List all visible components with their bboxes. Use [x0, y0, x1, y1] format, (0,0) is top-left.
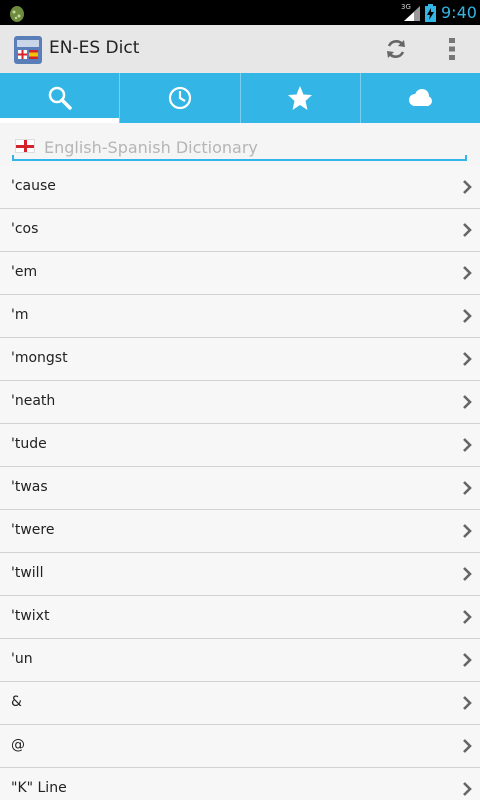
status-clock: 9:40: [441, 3, 477, 22]
chevron-right-icon: [463, 223, 472, 237]
word-label: &: [11, 694, 22, 710]
word-label: 'cos: [11, 221, 39, 237]
chevron-right-icon: [463, 610, 472, 624]
list-item[interactable]: @: [0, 725, 480, 768]
list-item[interactable]: 'tude: [0, 424, 480, 467]
word-label: 'tude: [11, 436, 47, 452]
chevron-right-icon: [463, 438, 472, 452]
chevron-right-icon: [463, 653, 472, 667]
status-bar: 3G 9:40: [0, 0, 480, 25]
word-label: 'mongst: [11, 350, 68, 366]
english-flag-icon: [15, 139, 35, 153]
tab-favorites[interactable]: [241, 73, 361, 123]
chevron-right-icon: [463, 567, 472, 581]
word-list: 'cause 'cos 'em 'm 'mongst 'neath 'tude 'twas 't…: [0, 166, 480, 800]
favorites-star-icon: [288, 86, 313, 110]
chevron-right-icon: [463, 309, 472, 323]
word-label: 'twere: [11, 522, 55, 538]
word-label: 'm: [11, 307, 29, 323]
chevron-right-icon: [463, 266, 472, 280]
list-item[interactable]: 'twere: [0, 510, 480, 553]
list-item[interactable]: 'twas: [0, 467, 480, 510]
list-item[interactable]: 'neath: [0, 381, 480, 424]
chevron-right-icon: [463, 481, 472, 495]
app-dictionary-icon: [14, 36, 42, 64]
chevron-right-icon: [463, 696, 472, 710]
search-bar: [0, 123, 480, 166]
list-item[interactable]: 'un: [0, 639, 480, 682]
list-item[interactable]: 'twill: [0, 553, 480, 596]
signal-strength-icon: [404, 6, 420, 21]
android-notification-icon: [10, 6, 24, 22]
search-icon: [48, 86, 72, 110]
search-input-underline: [12, 155, 467, 161]
word-label: 'twas: [11, 479, 48, 495]
battery-charging-icon: [425, 4, 436, 22]
word-label: 'cause: [11, 178, 56, 194]
list-item[interactable]: 'cos: [0, 209, 480, 252]
app-title: EN-ES Dict: [49, 38, 140, 58]
tab-search[interactable]: [0, 73, 121, 123]
refresh-button[interactable]: [380, 33, 412, 65]
search-input[interactable]: [44, 135, 454, 159]
list-item[interactable]: "K" Line: [0, 768, 480, 800]
list-item[interactable]: &: [0, 682, 480, 725]
refresh-icon: [387, 40, 405, 58]
chevron-right-icon: [463, 739, 472, 753]
list-item[interactable]: 'mongst: [0, 338, 480, 381]
cloud-icon: [409, 89, 433, 106]
history-clock-icon: [168, 86, 191, 110]
chevron-right-icon: [463, 524, 472, 538]
word-label: 'twill: [11, 565, 44, 581]
word-label: 'em: [11, 264, 38, 280]
chevron-right-icon: [463, 180, 472, 194]
word-label: 'neath: [11, 393, 56, 409]
chevron-right-icon: [463, 782, 472, 796]
word-label: 'twixt: [11, 608, 50, 624]
tab-history[interactable]: [120, 73, 241, 123]
action-bar: EN-ES Dict: [0, 25, 480, 73]
tab-cloud[interactable]: [361, 73, 480, 123]
overflow-menu-icon: [449, 38, 455, 60]
chevron-right-icon: [463, 352, 472, 366]
list-item[interactable]: 'm: [0, 295, 480, 338]
list-item[interactable]: 'em: [0, 252, 480, 295]
word-label: "K" Line: [11, 780, 67, 796]
overflow-menu-button[interactable]: [438, 33, 466, 65]
list-item[interactable]: 'twixt: [0, 596, 480, 639]
word-label: 'un: [11, 651, 33, 667]
list-item[interactable]: 'cause: [0, 166, 480, 209]
tab-bar: [0, 73, 480, 123]
chevron-right-icon: [463, 395, 472, 409]
word-label: @: [11, 737, 25, 753]
